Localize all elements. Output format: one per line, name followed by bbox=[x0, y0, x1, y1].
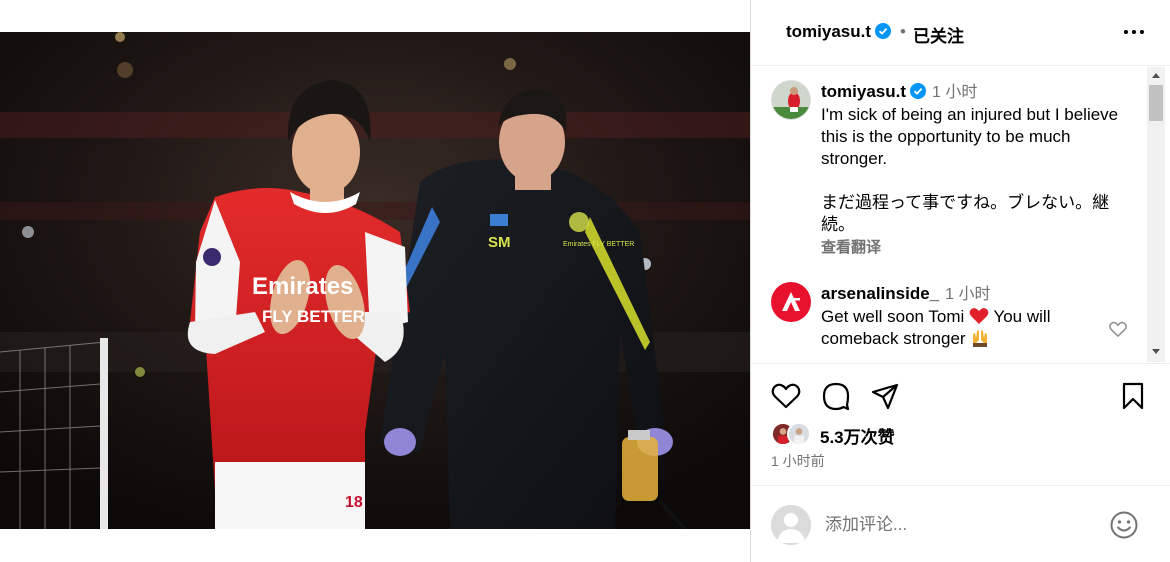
liker-avatars bbox=[771, 422, 819, 446]
current-user-avatar[interactable] bbox=[771, 505, 811, 545]
comment-like-heart-icon[interactable] bbox=[1108, 319, 1128, 339]
see-translation-link[interactable]: 查看翻译 bbox=[821, 236, 1131, 257]
share-icon[interactable] bbox=[869, 380, 901, 412]
raising-hands-emoji-icon bbox=[973, 330, 988, 347]
caption-username[interactable]: tomiyasu.t bbox=[821, 82, 906, 101]
likes-count[interactable]: 5.3万次赞 bbox=[820, 423, 895, 448]
action-bar bbox=[751, 364, 1170, 424]
more-options-icon[interactable] bbox=[1123, 24, 1145, 40]
jersey-sponsor-text: Emirates bbox=[252, 273, 353, 300]
default-avatar-icon bbox=[771, 505, 811, 545]
caption-verified-badge-icon bbox=[910, 83, 927, 99]
header-separator: • bbox=[900, 22, 906, 41]
jersey-sponsor-tagline: FLY BETTER bbox=[262, 307, 365, 326]
comment-avatar[interactable] bbox=[771, 282, 811, 322]
comment-text: Get well soon Tomi You will comeback str… bbox=[821, 306, 1101, 350]
comment-time[interactable]: 1 小时 bbox=[945, 286, 990, 303]
post-media-pane: SM Emirates FLY BETTER Emirates FLY BETT… bbox=[0, 0, 750, 562]
scroll-up-arrow-icon[interactable] bbox=[1152, 73, 1160, 78]
caption-avatar[interactable] bbox=[771, 80, 811, 120]
post-photo[interactable]: SM Emirates FLY BETTER Emirates FLY BETT… bbox=[0, 32, 750, 529]
add-comment-input[interactable] bbox=[825, 512, 1095, 538]
header-username-wrap[interactable]: tomiyasu.t bbox=[786, 22, 892, 42]
staff-initials: SM bbox=[488, 234, 511, 251]
caption-time[interactable]: 1 小时 bbox=[932, 84, 977, 101]
add-comment-bar bbox=[751, 486, 1170, 562]
comment-body: arsenalinside_ 1 小时 Get well soon Tomi Yo… bbox=[821, 283, 1101, 350]
post-header: tomiyasu.t • 已关注 bbox=[751, 0, 1170, 66]
comments-scrollbar[interactable] bbox=[1147, 67, 1165, 362]
header-username[interactable]: tomiyasu.t bbox=[786, 22, 871, 41]
emoji-icon[interactable] bbox=[1109, 510, 1139, 540]
arsenalinside-logo-icon bbox=[782, 292, 800, 311]
photo-illustration: SM Emirates FLY BETTER Emirates FLY BETT… bbox=[0, 32, 750, 529]
follow-status-button[interactable]: 已关注 bbox=[913, 22, 964, 47]
caption-body: tomiyasu.t 1 小时 I'm sick of being an inju… bbox=[821, 81, 1131, 257]
red-heart-emoji-icon bbox=[969, 308, 989, 324]
caption-avatar-image bbox=[772, 81, 810, 119]
comment-username[interactable]: arsenalinside_ bbox=[821, 284, 939, 303]
like-heart-icon[interactable] bbox=[770, 380, 802, 412]
post-sidebar: tomiyasu.t • 已关注 tomiyasu.t 1 小时 I'm sick… bbox=[751, 0, 1170, 562]
scrollbar-thumb[interactable] bbox=[1149, 85, 1163, 121]
staff-badge-text: Emirates FLY BETTER bbox=[563, 241, 634, 248]
shorts-number: 18 bbox=[345, 494, 363, 511]
caption-text: I'm sick of being an injured but I belie… bbox=[821, 105, 1119, 234]
post-timestamp[interactable]: 1 小时前 bbox=[771, 451, 825, 471]
comment-text-part1: Get well soon Tomi bbox=[821, 307, 970, 326]
comments-list: tomiyasu.t 1 小时 I'm sick of being an inju… bbox=[751, 67, 1147, 363]
save-bookmark-icon[interactable] bbox=[1117, 380, 1149, 412]
verified-badge-icon bbox=[875, 23, 892, 39]
liker-avatar-2 bbox=[787, 422, 811, 446]
scroll-down-arrow-icon[interactable] bbox=[1152, 349, 1160, 354]
comment-icon[interactable] bbox=[820, 380, 852, 412]
